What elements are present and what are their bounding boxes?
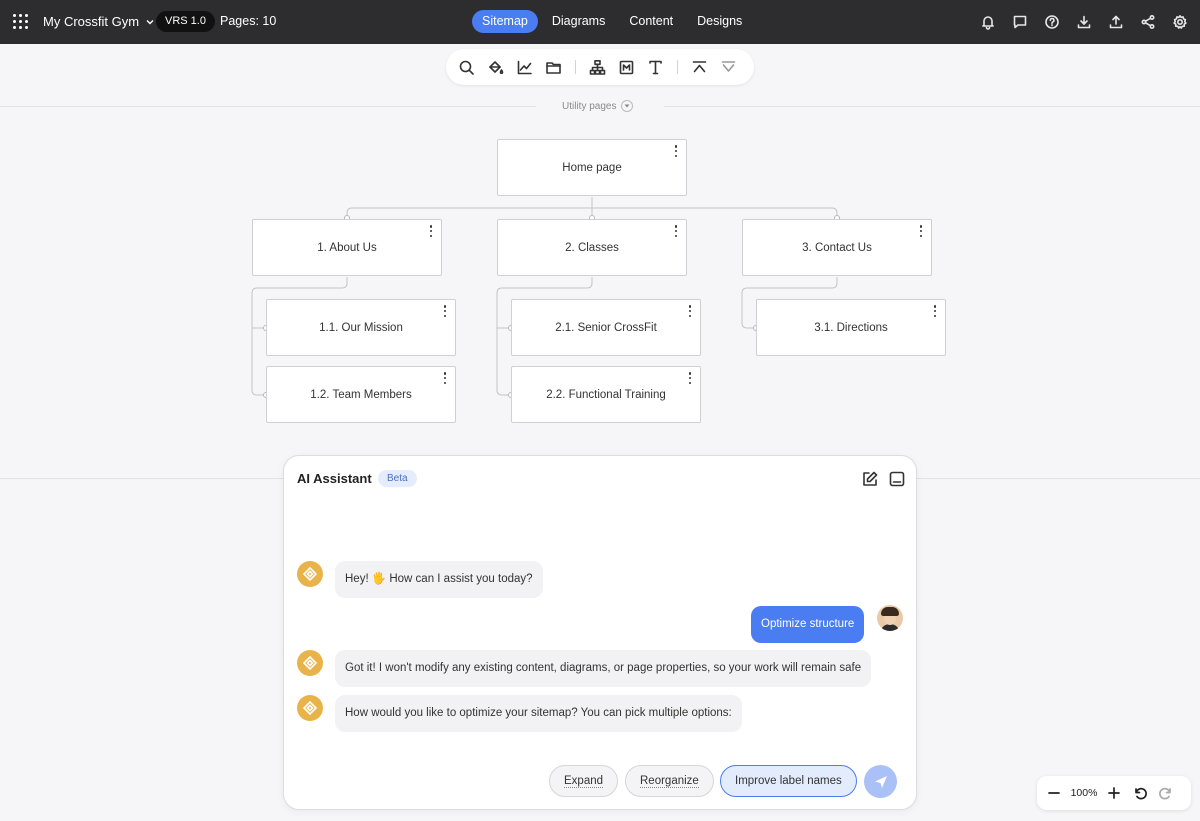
sitemap-node-our-mission[interactable]: 1.1. Our Mission [266,299,456,356]
node-label: 1.1. Our Mission [319,321,403,334]
more-options-icon[interactable] [428,225,434,237]
option-label: Improve label names [735,775,842,787]
sitemap-node-home[interactable]: Home page [497,139,687,196]
sitemap-node-classes[interactable]: 2. Classes [497,219,687,276]
more-options-icon[interactable] [673,145,679,157]
option-label: Reorganize [640,775,699,788]
zoom-controls: 100% [1037,776,1191,810]
divider-line [917,478,1200,479]
version-badge[interactable]: VRS 1.0 [156,11,215,32]
search-icon[interactable] [452,53,481,81]
panel-title: AI Assistant [297,471,372,486]
project-name: My Crossfit Gym [43,14,140,29]
node-label: 2. Classes [565,241,619,254]
main-tabs: Sitemap Diagrams Content Designs [472,10,752,33]
send-icon [874,775,887,788]
send-button[interactable] [864,765,897,798]
sitemap-node-senior-crossfit[interactable]: 2.1. Senior CrossFit [511,299,701,356]
more-options-icon[interactable] [442,305,448,317]
node-label: 3. Contact Us [802,241,872,254]
pages-count: Pages: 10 [220,14,277,28]
sitemap-icon[interactable] [583,53,612,81]
option-improve-label-names-button[interactable]: Improve label names [720,765,857,797]
node-label: 3.1. Directions [814,321,888,334]
toolbar-divider [677,60,678,74]
divider-line [664,106,1200,107]
divider-line [0,478,283,479]
canvas-toolbar [446,49,754,85]
share-icon[interactable] [1136,10,1160,34]
sitemap-node-directions[interactable]: 3.1. Directions [756,299,946,356]
more-options-icon[interactable] [918,225,924,237]
edit-icon[interactable] [861,470,879,488]
undo-icon [1135,787,1147,800]
more-options-icon[interactable] [673,225,679,237]
upload-icon[interactable] [1104,10,1128,34]
tab-content[interactable]: Content [619,10,683,33]
plus-icon [1108,787,1120,799]
chart-icon[interactable] [510,53,539,81]
top-actions [976,10,1192,34]
expand-down-icon[interactable] [714,53,743,81]
assistant-message: How would you like to optimize your site… [335,695,742,732]
zoom-level: 100% [1070,787,1098,799]
redo-icon [1159,787,1171,800]
more-options-icon[interactable] [932,305,938,317]
redo-button[interactable] [1153,780,1179,806]
more-options-icon[interactable] [687,372,693,384]
comment-icon[interactable] [1008,10,1032,34]
divider-line [0,106,536,107]
minus-icon [1048,792,1060,794]
bell-icon[interactable] [976,10,1000,34]
utility-pages-toggle[interactable]: Utility pages [562,100,634,112]
chevron-down-icon [146,19,154,24]
more-options-icon[interactable] [442,372,448,384]
more-options-icon[interactable] [687,305,693,317]
assistant-message: Hey! 🖐️ How can I assist you today? [335,561,543,598]
assistant-avatar-icon [297,695,323,721]
toolbar-divider [575,60,576,74]
chevron-down-icon [621,100,634,112]
help-icon[interactable] [1040,10,1064,34]
zoom-in-button[interactable] [1101,780,1127,806]
user-avatar [877,605,903,631]
tab-designs[interactable]: Designs [687,10,752,33]
option-reorganize-button[interactable]: Reorganize [625,765,714,797]
minimize-panel-icon[interactable] [888,470,906,488]
node-label: 2.2. Functional Training [546,388,666,401]
option-expand-button[interactable]: Expand [549,765,619,797]
sitemap-node-about-us[interactable]: 1. About Us [252,219,442,276]
text-icon[interactable] [641,53,670,81]
markdown-icon[interactable] [612,53,641,81]
download-icon[interactable] [1072,10,1096,34]
collapse-up-icon[interactable] [685,53,714,81]
assistant-avatar-icon [297,561,323,587]
tab-sitemap[interactable]: Sitemap [472,10,538,33]
node-label: 2.1. Senior CrossFit [555,321,657,334]
sitemap-node-functional-training[interactable]: 2.2. Functional Training [511,366,701,423]
assistant-message: Got it! I won't modify any existing cont… [335,650,872,687]
ai-assistant-panel: AI Assistant Beta Hey! 🖐️ How can I assi… [283,455,917,810]
undo-button[interactable] [1127,780,1153,806]
sitemap-node-team-members[interactable]: 1.2. Team Members [266,366,456,423]
gear-icon[interactable] [1168,10,1192,34]
node-label: Home page [562,161,622,174]
user-message: Optimize structure [751,606,865,643]
paint-bucket-icon[interactable] [481,53,510,81]
beta-badge: Beta [378,470,417,487]
utility-pages-label: Utility pages [562,100,617,112]
project-selector[interactable]: My Crossfit Gym [43,14,155,29]
node-label: 1. About Us [317,241,377,254]
folder-icon[interactable] [539,53,568,81]
zoom-out-button[interactable] [1041,780,1067,806]
node-label: 1.2. Team Members [310,388,412,401]
assistant-avatar-icon [297,650,323,676]
tab-diagrams[interactable]: Diagrams [542,10,616,33]
top-bar: My Crossfit Gym VRS 1.0 Pages: 10 Sitema… [0,0,1200,44]
sitemap-node-contact-us[interactable]: 3. Contact Us [742,219,932,276]
apps-grid-icon[interactable] [13,14,29,30]
option-label: Expand [564,775,604,788]
